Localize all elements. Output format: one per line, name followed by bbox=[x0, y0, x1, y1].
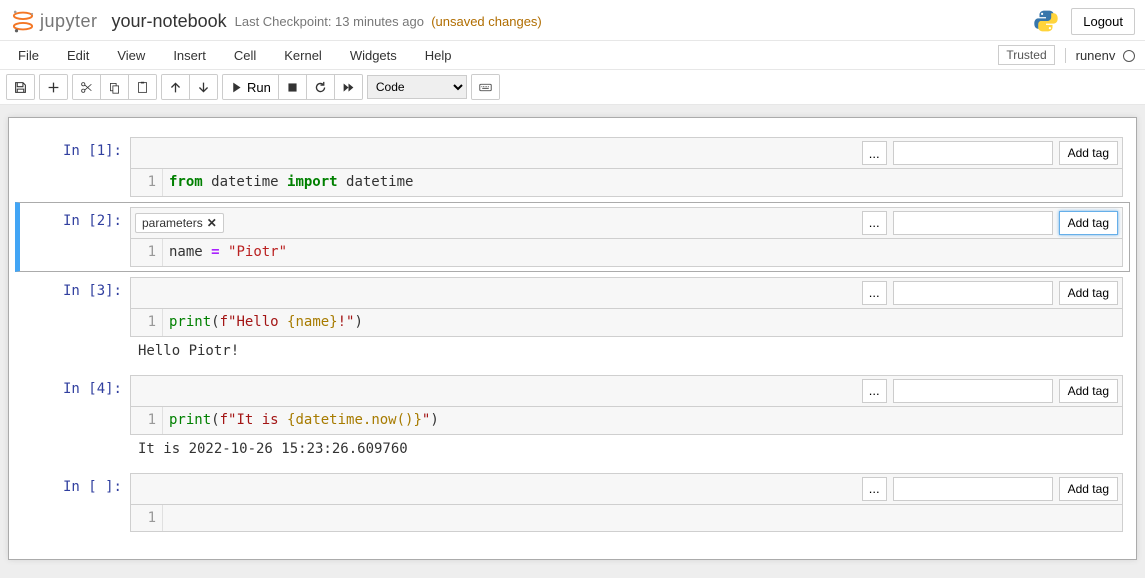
restart-icon bbox=[314, 81, 327, 94]
tag-input[interactable] bbox=[893, 477, 1053, 501]
menubar: File Edit View Insert Cell Kernel Widget… bbox=[0, 40, 1145, 70]
line-number: 1 bbox=[131, 407, 163, 434]
add-tag-button[interactable]: Add tag bbox=[1059, 281, 1118, 305]
kernel-idle-icon bbox=[1123, 50, 1135, 62]
tag-more-button[interactable]: ... bbox=[862, 477, 887, 501]
arrow-up-icon bbox=[169, 81, 182, 94]
jupyter-logo[interactable]: jupyter bbox=[10, 6, 98, 36]
run-all-button[interactable] bbox=[335, 75, 362, 99]
menu-widgets[interactable]: Widgets bbox=[336, 42, 411, 69]
code-editor[interactable]: 1 print(f"It is {datetime.now()}") bbox=[130, 407, 1123, 435]
tag-more-button[interactable]: ... bbox=[862, 281, 887, 305]
jupyter-logo-icon bbox=[10, 6, 36, 36]
input-prompt: In [3]: bbox=[63, 283, 122, 299]
remove-tag-icon[interactable]: ✕ bbox=[207, 216, 217, 230]
line-number: 1 bbox=[131, 239, 163, 266]
menu-edit[interactable]: Edit bbox=[53, 42, 103, 69]
stop-icon bbox=[286, 81, 299, 94]
add-tag-button[interactable]: Add tag bbox=[1059, 477, 1118, 501]
add-tag-button[interactable]: Add tag bbox=[1059, 379, 1118, 403]
tag-input[interactable] bbox=[893, 211, 1053, 235]
cell-output: It is 2022-10-26 15:23:26.609760 bbox=[130, 435, 1123, 463]
add-tag-button[interactable]: Add tag bbox=[1059, 211, 1118, 235]
tag-row: ... Add tag bbox=[130, 375, 1123, 407]
code-editor[interactable]: 1 name = "Piotr" bbox=[130, 239, 1123, 267]
kernel-name[interactable]: runenv bbox=[1065, 48, 1135, 63]
menu-help[interactable]: Help bbox=[411, 42, 466, 69]
play-icon bbox=[230, 81, 243, 94]
line-number: 1 bbox=[131, 169, 163, 196]
add-tag-button[interactable]: Add tag bbox=[1059, 141, 1118, 165]
plus-icon bbox=[47, 81, 60, 94]
tag-row: parameters ✕ ... Add tag bbox=[130, 207, 1123, 239]
tag-chip: parameters ✕ bbox=[135, 213, 224, 233]
input-prompt: In [1]: bbox=[63, 143, 122, 159]
notebook-name[interactable]: your-notebook bbox=[112, 11, 227, 32]
jupyter-logo-text: jupyter bbox=[40, 11, 98, 32]
scissors-icon bbox=[80, 81, 93, 94]
input-prompt: In [4]: bbox=[63, 381, 122, 397]
cut-button[interactable] bbox=[73, 75, 101, 99]
copy-icon bbox=[108, 81, 121, 94]
menu-view[interactable]: View bbox=[103, 42, 159, 69]
move-down-button[interactable] bbox=[190, 75, 217, 99]
cell[interactable]: In [3]: ... Add tag 1 print(f"Hello {nam… bbox=[15, 272, 1130, 370]
stop-button[interactable] bbox=[279, 75, 307, 99]
cell-type-select[interactable]: Code bbox=[367, 75, 467, 99]
tag-row: ... Add tag bbox=[130, 473, 1123, 505]
notebook-scroll-area[interactable]: In [1]: ... Add tag 1 from datetime impo… bbox=[0, 105, 1145, 578]
cell[interactable]: In [4]: ... Add tag 1 print(f"It is {dat… bbox=[15, 370, 1130, 468]
code-editor[interactable]: 1 from datetime import datetime bbox=[130, 169, 1123, 197]
menu-file[interactable]: File bbox=[4, 42, 53, 69]
tag-more-button[interactable]: ... bbox=[862, 379, 887, 403]
tag-more-button[interactable]: ... bbox=[862, 141, 887, 165]
input-prompt: In [2]: bbox=[63, 213, 122, 229]
paste-icon bbox=[136, 81, 149, 94]
menu-cell[interactable]: Cell bbox=[220, 42, 270, 69]
tag-input[interactable] bbox=[893, 379, 1053, 403]
cell[interactable]: In [ ]: ... Add tag 1 bbox=[15, 468, 1130, 538]
line-number: 1 bbox=[131, 505, 163, 532]
command-palette-button[interactable] bbox=[472, 75, 499, 99]
move-up-button[interactable] bbox=[162, 75, 190, 99]
checkpoint-status: Last Checkpoint: 13 minutes ago (unsaved… bbox=[235, 14, 542, 29]
fast-forward-icon bbox=[342, 81, 355, 94]
add-cell-button[interactable] bbox=[40, 75, 67, 99]
tag-row: ... Add tag bbox=[130, 277, 1123, 309]
python-logo-icon bbox=[1033, 8, 1059, 34]
tag-input[interactable] bbox=[893, 281, 1053, 305]
logout-button[interactable]: Logout bbox=[1071, 8, 1135, 35]
input-prompt: In [ ]: bbox=[63, 479, 122, 495]
arrow-down-icon bbox=[197, 81, 210, 94]
header-bar: jupyter your-notebook Last Checkpoint: 1… bbox=[0, 0, 1145, 40]
save-button[interactable] bbox=[7, 75, 34, 99]
tag-row: ... Add tag bbox=[130, 137, 1123, 169]
toolbar: Run Code bbox=[0, 70, 1145, 105]
keyboard-icon bbox=[479, 81, 492, 94]
code-editor[interactable]: 1 print(f"Hello {name}!") bbox=[130, 309, 1123, 337]
tag-input[interactable] bbox=[893, 141, 1053, 165]
menu-kernel[interactable]: Kernel bbox=[270, 42, 336, 69]
notebook-container: In [1]: ... Add tag 1 from datetime impo… bbox=[8, 117, 1137, 560]
line-number: 1 bbox=[131, 309, 163, 336]
trusted-indicator[interactable]: Trusted bbox=[998, 45, 1054, 65]
cell[interactable]: In [2]: parameters ✕ ... Add tag 1 name … bbox=[15, 202, 1130, 272]
paste-button[interactable] bbox=[129, 75, 156, 99]
cell[interactable]: In [1]: ... Add tag 1 from datetime impo… bbox=[15, 132, 1130, 202]
menu-insert[interactable]: Insert bbox=[159, 42, 220, 69]
cell-output: Hello Piotr! bbox=[130, 337, 1123, 365]
save-icon bbox=[14, 81, 27, 94]
run-button[interactable]: Run bbox=[223, 75, 279, 99]
restart-button[interactable] bbox=[307, 75, 335, 99]
code-editor[interactable]: 1 bbox=[130, 505, 1123, 533]
tag-more-button[interactable]: ... bbox=[862, 211, 887, 235]
copy-button[interactable] bbox=[101, 75, 129, 99]
